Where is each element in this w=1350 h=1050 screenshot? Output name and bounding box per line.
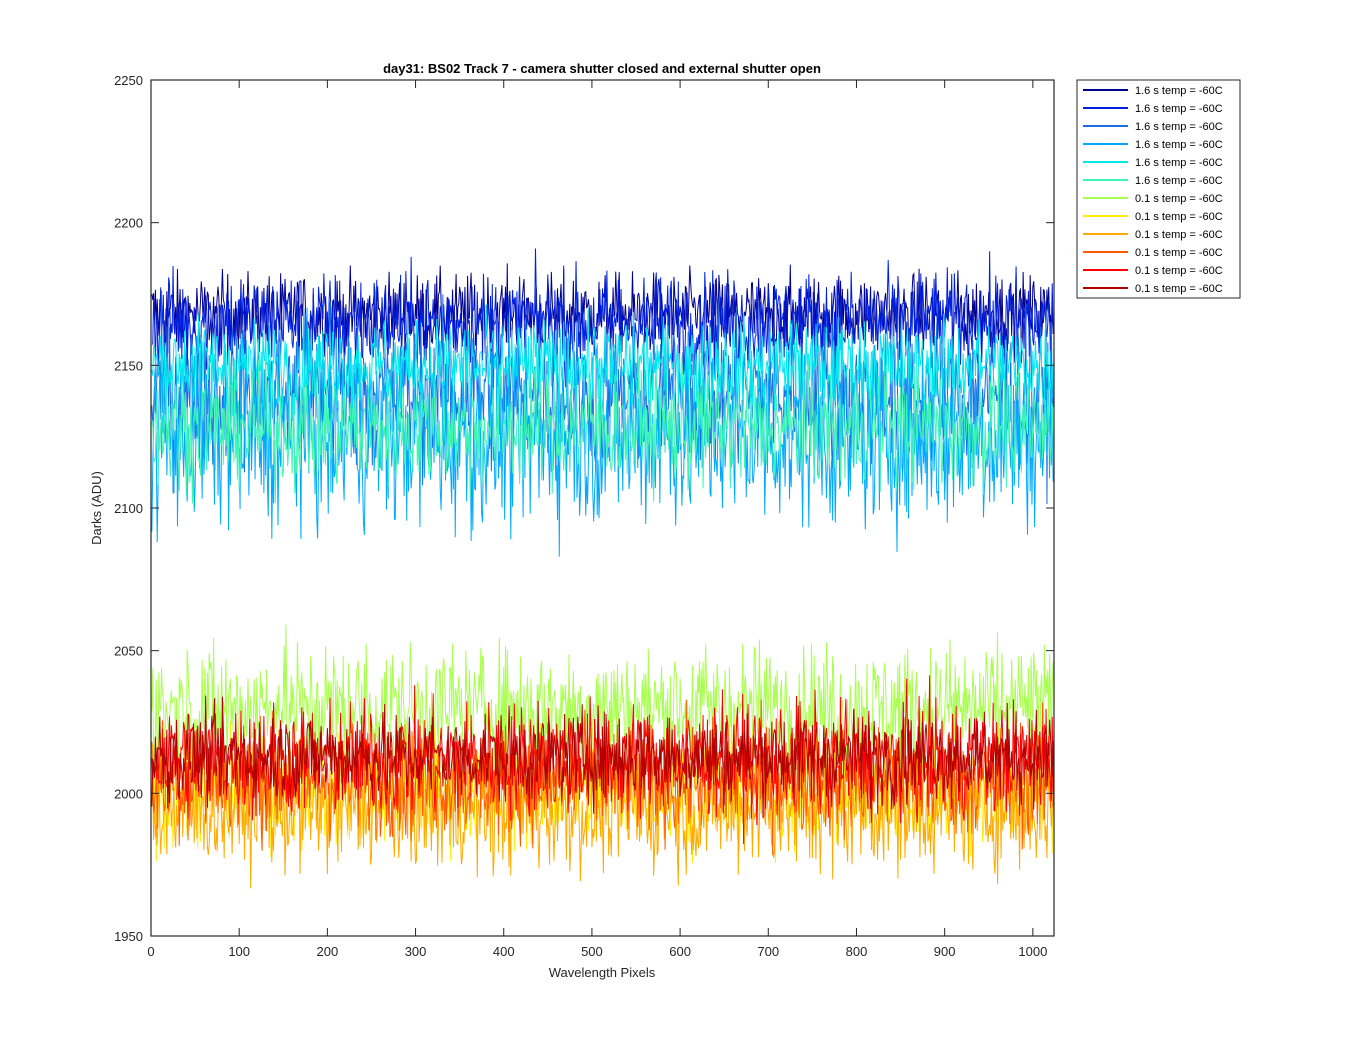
x-tick-label: 500	[581, 944, 603, 959]
x-tick-label: 200	[317, 944, 339, 959]
y-tick-label: 2250	[114, 73, 143, 88]
x-tick-label: 600	[669, 944, 691, 959]
legend-label-8: 0.1 s temp = -60C	[1135, 211, 1223, 223]
legend-label-4: 1.6 s temp = -60C	[1135, 139, 1223, 151]
legend-label-12: 0.1 s temp = -60C	[1135, 283, 1223, 295]
legend-label-9: 0.1 s temp = -60C	[1135, 229, 1223, 241]
y-tick-label: 2050	[114, 644, 143, 659]
legend-label-11: 0.1 s temp = -60C	[1135, 265, 1223, 277]
y-tick-label: 2100	[114, 501, 143, 516]
y-axis-label: Darks (ADU)	[89, 471, 104, 545]
y-tick-label: 1950	[114, 929, 143, 944]
series-layer	[151, 248, 1055, 889]
y-tick-label: 2000	[114, 786, 143, 801]
x-axis-label: Wavelength Pixels	[549, 965, 656, 980]
x-tick-label: 100	[228, 944, 250, 959]
legend-label-3: 1.6 s temp = -60C	[1135, 121, 1223, 133]
x-tick-label: 300	[405, 944, 427, 959]
x-tick-label: 700	[757, 944, 779, 959]
y-tick-label: 2200	[114, 216, 143, 231]
legend-label-5: 1.6 s temp = -60C	[1135, 157, 1223, 169]
legend-label-7: 0.1 s temp = -60C	[1135, 193, 1223, 205]
x-tick-label: 400	[493, 944, 515, 959]
x-tick-label: 0	[147, 944, 154, 959]
chart-svg: day31: BS02 Track 7 - camera shutter clo…	[89, 61, 1241, 980]
legend-label-6: 1.6 s temp = -60C	[1135, 175, 1223, 187]
x-tick-label: 800	[846, 944, 868, 959]
legend-label-10: 0.1 s temp = -60C	[1135, 247, 1223, 259]
legend-label-2: 1.6 s temp = -60C	[1135, 103, 1223, 115]
x-tick-label: 900	[934, 944, 956, 959]
chart-title: day31: BS02 Track 7 - camera shutter clo…	[383, 61, 821, 76]
x-tick-label: 1000	[1018, 944, 1047, 959]
legend: 1.6 s temp = -60C 1.6 s temp = -60C 1.6 s …	[1076, 79, 1241, 299]
legend-label-1: 1.6 s temp = -60C	[1135, 85, 1223, 97]
y-tick-label: 2150	[114, 358, 143, 373]
